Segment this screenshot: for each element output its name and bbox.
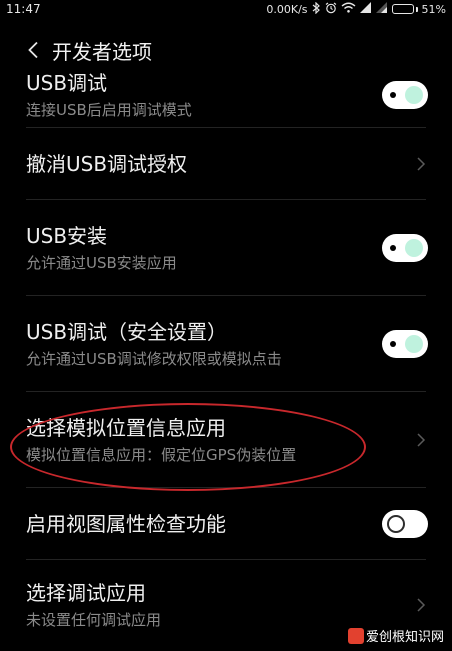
watermark-logo-icon xyxy=(347,627,364,644)
setting-revoke-usb-auth[interactable]: 撤消USB调试授权 xyxy=(0,128,452,200)
status-bar: 11:47 0.00K/s 51% xyxy=(0,0,452,18)
network-speed: 0.00K/s xyxy=(266,2,308,16)
setting-subtitle: 连接USB后启用调试模式 xyxy=(26,101,192,119)
chevron-right-icon xyxy=(417,433,426,447)
signal-icon xyxy=(359,2,372,16)
watermark-text: 爱创根知识网 xyxy=(365,630,444,645)
status-time: 11:47 xyxy=(6,2,41,16)
wifi-icon xyxy=(341,2,356,16)
setting-subtitle: 允许通过USB安装应用 xyxy=(26,254,177,272)
setting-subtitle: 模拟位置信息应用：假定位GPS伪装位置 xyxy=(26,446,297,464)
settings-list: USB调试 连接USB后启用调试模式 撤消USB调试授权 USB安装 允许通过U… xyxy=(0,70,452,650)
setting-view-attribute-inspection[interactable]: 启用视图属性检查功能 xyxy=(0,488,452,560)
setting-title: 启用视图属性检查功能 xyxy=(26,512,226,536)
chevron-right-icon xyxy=(417,157,426,171)
setting-title: 选择调试应用 xyxy=(26,581,146,605)
usb-debugging-security-toggle[interactable] xyxy=(382,330,428,358)
status-icons: 0.00K/s 51% xyxy=(266,1,446,17)
setting-usb-debugging[interactable]: USB调试 连接USB后启用调试模式 xyxy=(0,60,452,128)
bluetooth-icon xyxy=(312,1,321,17)
setting-title: 选择模拟位置信息应用 xyxy=(26,416,226,440)
setting-title: USB调试 xyxy=(26,71,108,95)
watermark: 爱创根知识网 xyxy=(347,626,444,645)
view-attribute-toggle[interactable] xyxy=(382,510,428,538)
alarm-icon xyxy=(325,2,337,17)
setting-title: USB调试（安全设置） xyxy=(26,320,228,344)
usb-install-toggle[interactable] xyxy=(382,234,428,262)
setting-usb-debugging-security[interactable]: USB调试（安全设置） 允许通过USB调试修改权限或模拟点击 xyxy=(0,296,452,392)
setting-title: USB安装 xyxy=(26,224,108,248)
setting-mock-location-app[interactable]: 选择模拟位置信息应用 模拟位置信息应用：假定位GPS伪装位置 xyxy=(0,392,452,488)
chevron-left-icon xyxy=(28,41,38,59)
battery-icon xyxy=(391,4,418,14)
battery-percent: 51% xyxy=(421,2,446,16)
signal-icon xyxy=(375,2,388,16)
usb-debugging-toggle[interactable] xyxy=(382,81,428,109)
setting-usb-install[interactable]: USB安装 允许通过USB安装应用 xyxy=(0,200,452,296)
setting-title: 撤消USB调试授权 xyxy=(26,152,188,176)
setting-subtitle: 允许通过USB调试修改权限或模拟点击 xyxy=(26,350,282,368)
chevron-right-icon xyxy=(417,598,426,612)
